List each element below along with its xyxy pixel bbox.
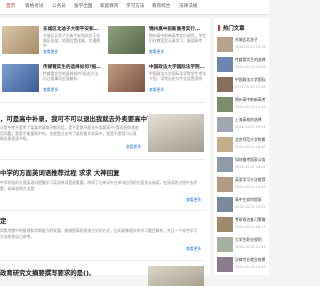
sidebar-article-item[interactable]: 东城区北池子 2024-10-22 13:18 xyxy=(217,36,269,56)
sidebar-article-item[interactable]: 英语学习方法推荐 2024-10-21 14:55 xyxy=(217,176,269,196)
sidebar-article-thumbnail xyxy=(217,97,233,112)
sidebar-article-date: 2024-10-22 09:14 xyxy=(235,125,266,129)
nav-item-exam[interactable]: 资格考试 xyxy=(25,3,43,9)
sidebar-article-date: 2024-10-22 13:18 xyxy=(235,45,266,49)
featured-card[interactable]: 锦州高中前新高考实行... 锦州高中前新高考实行研究，学生们在教室里认真学习，备… xyxy=(108,24,208,60)
card-image xyxy=(108,26,145,54)
sidebar-article-date: 2024-10-20 19:25 xyxy=(235,265,266,269)
card-title[interactable]: 传媒管实生的选择如何?报名... xyxy=(43,64,101,70)
sidebar-article-item[interactable]: 北京师范大学附属 2024-10-21 18:40 xyxy=(217,136,269,156)
card-image xyxy=(108,64,145,92)
article-desc: 同类考题中的推理和判断能力的发展，能够提高的思维方式的方式，比如说像相关的学习题… xyxy=(0,228,198,239)
sidebar-article-thumbnail xyxy=(217,257,233,272)
article-title[interactable]: 定 xyxy=(0,216,6,225)
article-title[interactable]: 中学的方面英词语推荐过程 求求 大神回复 xyxy=(0,168,119,177)
sidebar-article-item[interactable]: 大学生职业规划 2024-10-20 21:43 xyxy=(217,236,269,256)
sidebar-article-item[interactable]: 考研政治复习策略 2024-10-21 08:17 xyxy=(217,216,269,236)
article-title[interactable]: 政育研究文摘要撰写要求的是(), xyxy=(0,268,91,277)
sidebar-article-item[interactable]: 法律专业就业前景 2024-10-20 19:25 xyxy=(217,256,269,276)
sidebar-article-date: 2024-10-21 08:17 xyxy=(235,225,266,229)
sidebar-article-title[interactable]: 法律专业就业前景 xyxy=(235,257,271,263)
sidebar-article-thumbnail xyxy=(217,57,233,72)
sidebar-article-date: 2024-10-21 10:31 xyxy=(235,205,266,209)
nav-item-laws[interactable]: 法律法规 xyxy=(179,3,197,9)
sidebar-article-thumbnail xyxy=(217,77,233,92)
nav-item-civil-servant[interactable]: 公务员 xyxy=(52,3,66,9)
nav-item-study-methods[interactable]: 学习方法 xyxy=(126,3,144,9)
divider xyxy=(0,260,205,261)
nav-item-study-abroad[interactable]: 留学出国 xyxy=(74,3,92,9)
heading-accent-bar xyxy=(218,25,220,31)
sidebar-article-item[interactable]: 上海高校的选择 2024-10-22 09:14 xyxy=(217,116,269,136)
article-desc: 可是中考不是考了某某的录取分数的话，是不是就不能去外卖要高中?我现在的状态用问题… xyxy=(0,125,139,142)
sidebar-article-thumbnail xyxy=(217,117,233,132)
card-image xyxy=(2,64,39,92)
article-desc: 中学阶段的方面英语对提醒学习英语单词是很重要，除却了记单词外在单词应用的方面多去… xyxy=(0,180,198,191)
divider xyxy=(0,102,205,103)
divider xyxy=(0,159,205,160)
sidebar-article-item[interactable]: 如何备考国家公务 2024-10-21 16:02 xyxy=(217,156,269,176)
article-more-link[interactable]: 查看更多 xyxy=(186,246,201,252)
featured-card[interactable]: 东城区北池子大街平安和米... 东城区北池子大街平安和米位于东城区东部，地理位置… xyxy=(2,24,102,60)
sidebar-article-title[interactable]: 东城区北池子 xyxy=(235,37,271,43)
sidebar-article-thumbnail xyxy=(217,157,233,172)
sidebar-article-title[interactable]: 上海高校的选择 xyxy=(235,117,271,123)
card-desc: 东城区北池子大街平安和米位于东城区东部，地理位置优越，交通便利 xyxy=(43,33,100,47)
card-more-link[interactable]: 查看更多 xyxy=(149,87,164,93)
card-title[interactable]: 中国政法大学国际法学院... xyxy=(149,64,207,70)
sidebar-heading-text: 热门文章 xyxy=(223,26,245,32)
card-title[interactable]: 锦州高中前新高考实行... xyxy=(149,26,207,32)
card-desc: 传媒管实生的选择如何?报名方法与注意事项全面解析 xyxy=(43,71,99,81)
card-more-link[interactable]: 查看更多 xyxy=(149,49,164,55)
top-nav: 首页 资格考试 公务员 留学出国 家庭教育 学习方法 教育综合 法律法规 xyxy=(0,0,269,15)
nav-item-education-general[interactable]: 教育综合 xyxy=(152,3,170,9)
sidebar-article-date: 2024-10-21 16:02 xyxy=(235,165,266,169)
card-desc: 锦州高中前新高考实行研究，学生们在教室里认真学习，备战高考 xyxy=(149,33,206,43)
article-more-link[interactable]: 查看更多 xyxy=(186,197,201,203)
sidebar-article-thumbnail xyxy=(217,137,233,152)
nav-item-family-education[interactable]: 家庭教育 xyxy=(100,3,118,9)
sidebar-article-title[interactable]: 北京师范大学附属 xyxy=(235,137,271,143)
sidebar-article-date: 2024-10-22 11:22 xyxy=(235,105,266,109)
sidebar-article-title[interactable]: 传媒管实生的选择 xyxy=(235,57,271,63)
sidebar: 热门文章 东城区北池子 2024-10-22 13:18 传媒管实生的选择 2024-… xyxy=(214,18,269,275)
sidebar-article-title[interactable]: 中国政法大学国际 xyxy=(235,77,271,83)
sidebar-article-date: 2024-10-22 13:08 xyxy=(235,65,266,69)
sidebar-article-title[interactable]: 大学生职业规划 xyxy=(235,237,271,243)
sidebar-article-item[interactable]: 锦州高中前新高考 2024-10-22 11:22 xyxy=(217,96,269,116)
sidebar-article-title[interactable]: 如何备考国家公务 xyxy=(235,157,271,163)
sidebar-article-thumbnail xyxy=(217,217,233,232)
nav-item-home[interactable]: 首页 xyxy=(6,3,15,9)
sidebar-article-item[interactable]: 中国政法大学国际 2024-10-22 12:48 xyxy=(217,76,269,96)
article-more-link[interactable]: 查看更多 xyxy=(126,144,141,150)
article-image xyxy=(148,114,204,152)
card-more-link[interactable]: 查看更多 xyxy=(43,49,58,55)
sidebar-article-thumbnail xyxy=(217,237,233,252)
card-desc: 中国政法大学国际法学院学生考试介绍，学院历史与专业设置说明 xyxy=(149,71,206,81)
card-image xyxy=(2,26,39,54)
featured-cards: 东城区北池子大街平安和米... 东城区北池子大街平安和米位于东城区东部，地理位置… xyxy=(0,22,210,100)
featured-card[interactable]: 传媒管实生的选择如何?报名... 传媒管实生的选择如何?报名方法与注意事项全面解… xyxy=(2,62,102,98)
sidebar-article-title[interactable]: 锦州高中前新高考 xyxy=(235,97,271,103)
divider xyxy=(0,210,205,211)
sidebar-article-title[interactable]: 英语学习方法推荐 xyxy=(235,177,271,183)
sidebar-article-thumbnail xyxy=(217,37,233,52)
sidebar-article-title[interactable]: 高中生如何提高 xyxy=(235,197,271,203)
main-content: 东城区北池子大街平安和米... 东城区北池子大街平安和米位于东城区东部，地理位置… xyxy=(0,18,210,286)
card-title[interactable]: 东城区北池子大街平安和米... xyxy=(43,26,101,32)
sidebar-article-date: 2024-10-20 21:43 xyxy=(235,245,266,249)
sidebar-article-item[interactable]: 高中生如何提高 2024-10-21 10:31 xyxy=(217,196,269,216)
sidebar-article-title[interactable]: 考研政治复习策略 xyxy=(235,217,271,223)
article-title[interactable]: ，可是高中补录，我可不可以退出我就去外卖要高中？ xyxy=(0,114,153,123)
sidebar-article-date: 2024-10-21 18:40 xyxy=(235,145,266,149)
sidebar-article-date: 2024-10-22 12:48 xyxy=(235,85,266,89)
sidebar-article-date: 2024-10-21 14:55 xyxy=(235,185,266,189)
article-image xyxy=(148,266,204,286)
sidebar-article-item[interactable]: 传媒管实生的选择 2024-10-22 13:08 xyxy=(217,56,269,76)
sidebar-article-thumbnail xyxy=(217,177,233,192)
sidebar-article-thumbnail xyxy=(217,197,233,212)
featured-card[interactable]: 中国政法大学国际法学院... 中国政法大学国际法学院学生考试介绍，学院历史与专业… xyxy=(108,62,208,98)
card-more-link[interactable]: 查看更多 xyxy=(43,87,58,93)
